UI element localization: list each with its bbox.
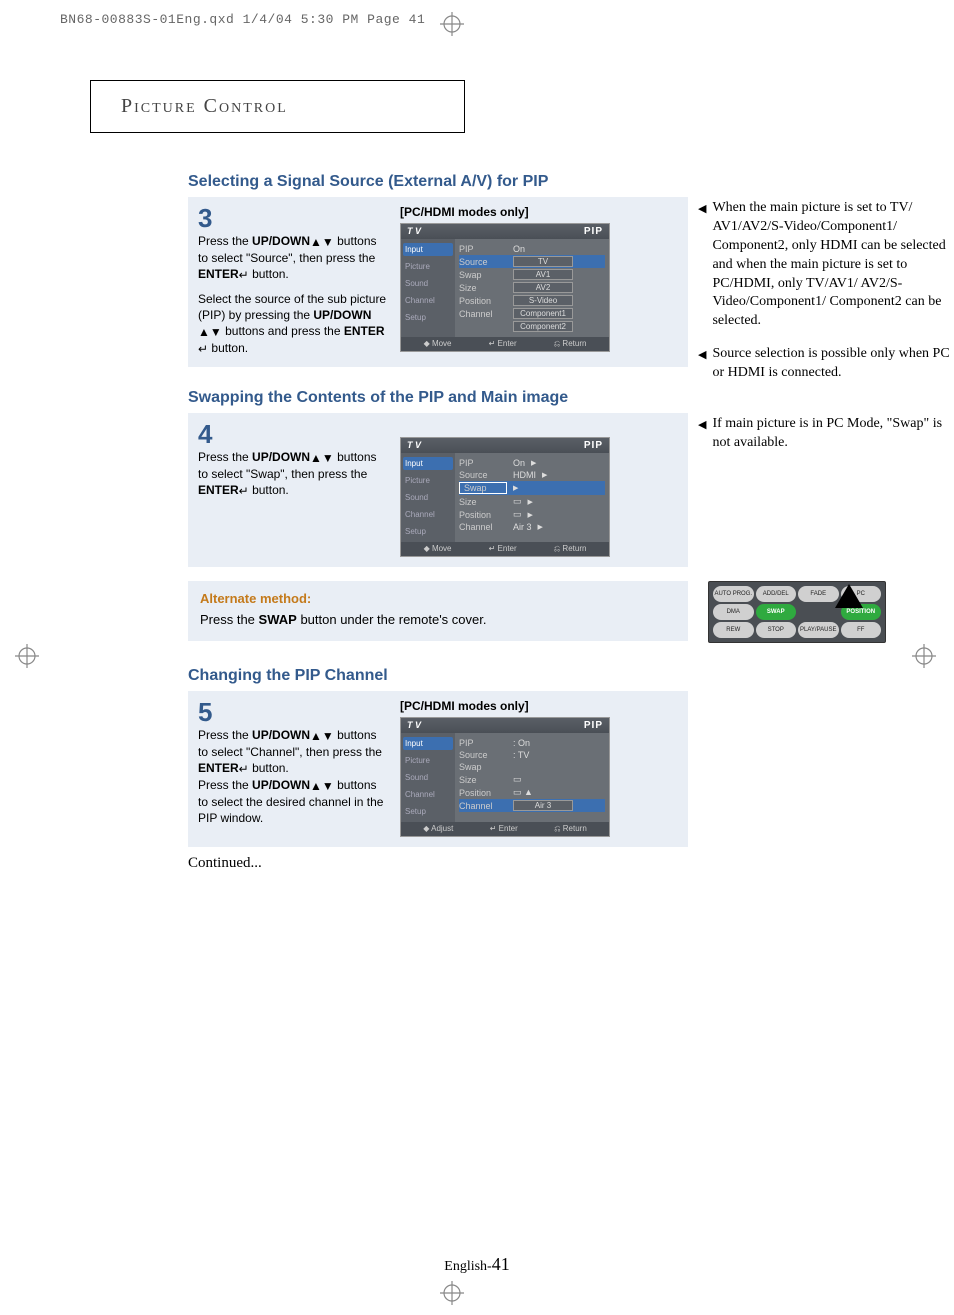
step-3-number: 3 (198, 205, 388, 231)
registration-mark-top (440, 12, 464, 36)
section-5-title: Changing the PIP Channel (188, 667, 890, 685)
step-3-block: 3 Press the UP/DOWN▲▼ buttons to select … (188, 197, 688, 367)
enter-icon: ↵ (239, 267, 249, 283)
section-4: Swapping the Contents of the PIP and Mai… (90, 389, 890, 567)
step-5-number: 5 (198, 699, 388, 725)
alternate-method-body: Press the SWAP button under the remote's… (200, 612, 676, 627)
osd-screenshot-5: T V PIP Input Picture Sound Channel Setu… (400, 717, 610, 837)
remote-button: FF (841, 622, 882, 638)
remote-button: REW (713, 622, 754, 638)
section-4-notes: ◀If main picture is in PC Mode, "Swap" i… (698, 415, 954, 467)
triangle-bullet-icon: ◀ (698, 348, 706, 383)
pip-position-icon: ▭ (513, 509, 522, 520)
modes-only-label: [PC/HDMI modes only] (400, 699, 678, 713)
triangle-bullet-icon: ◀ (698, 202, 706, 331)
chapter-title-box: Picture Control (90, 80, 465, 133)
registration-mark-right (912, 644, 936, 668)
enter-icon: ↵ (239, 483, 249, 499)
step-5-instructions: 5 Press the UP/DOWN▲▼ buttons to select … (198, 699, 388, 837)
triangle-bullet-icon: ◀ (698, 418, 706, 453)
osd-screenshot-3: T V PIP Input Picture Sound Channel Setu… (400, 223, 610, 352)
osd-sidebar: Input Picture Sound Channel Setup (401, 239, 455, 337)
continued-label: Continued... (188, 855, 890, 872)
step-4-number: 4 (198, 421, 388, 447)
section-3-notes: ◀When the main picture is set to TV/ AV1… (698, 199, 954, 397)
remote-button: FADE (798, 586, 839, 602)
section-3: Selecting a Signal Source (External A/V)… (90, 173, 890, 367)
step-3-instructions: 3 Press the UP/DOWN▲▼ buttons to select … (198, 205, 388, 357)
remote-swap-button: SWAP (756, 604, 797, 620)
remote-control-image: AUTO PROG. ADD/DEL FADE PC DMA SWAP POSI… (708, 581, 886, 643)
page-content: Picture Control Selecting a Signal Sourc… (90, 80, 890, 872)
up-down-triangles-icon: ▲▼ (198, 324, 222, 340)
chapter-title: Picture Control (121, 95, 288, 117)
remote-highlight-triangle-icon (835, 584, 863, 608)
page-number: English-41 (0, 1254, 954, 1275)
registration-mark-left (15, 644, 39, 668)
registration-mark-bottom (440, 1281, 464, 1305)
osd-screenshot-4: T V PIP Input Picture Sound Channel Setu… (400, 437, 610, 557)
remote-button: ADD/DEL (756, 586, 797, 602)
section-3-title: Selecting a Signal Source (External A/V)… (188, 173, 890, 191)
up-down-triangles-icon: ▲▼ (310, 450, 334, 466)
modes-only-label: [PC/HDMI modes only] (400, 205, 678, 219)
remote-button: AUTO PROG. (713, 586, 754, 602)
up-down-triangles-icon: ▲▼ (310, 728, 334, 744)
step-4-instructions: 4 Press the UP/DOWN▲▼ buttons to select … (198, 421, 388, 557)
alternate-method: Alternate method: Press the SWAP button … (90, 581, 890, 641)
remote-button: STOP (756, 622, 797, 638)
up-down-triangles-icon: ▲▼ (310, 778, 334, 794)
pip-position-icon: ▭ ▲ (513, 787, 533, 798)
remote-button: PLAY/PAUSE (798, 622, 839, 638)
remote-button: DMA (713, 604, 754, 620)
enter-icon: ↵ (239, 761, 249, 777)
section-4-title: Swapping the Contents of the PIP and Mai… (188, 389, 890, 407)
pip-size-icon: ▭ (513, 774, 522, 785)
section-5: Changing the PIP Channel 5 Press the UP/… (90, 667, 890, 847)
pip-size-icon: ▭ (513, 496, 522, 507)
step-5-block: 5 Press the UP/DOWN▲▼ buttons to select … (188, 691, 688, 847)
alternate-method-title: Alternate method: (200, 591, 676, 606)
step-4-block: 4 Press the UP/DOWN▲▼ buttons to select … (188, 413, 688, 567)
print-job-header: BN68-00883S-01Eng.qxd 1/4/04 5:30 PM Pag… (60, 12, 425, 27)
up-down-triangles-icon: ▲▼ (310, 234, 334, 250)
enter-icon: ↵ (198, 341, 208, 357)
